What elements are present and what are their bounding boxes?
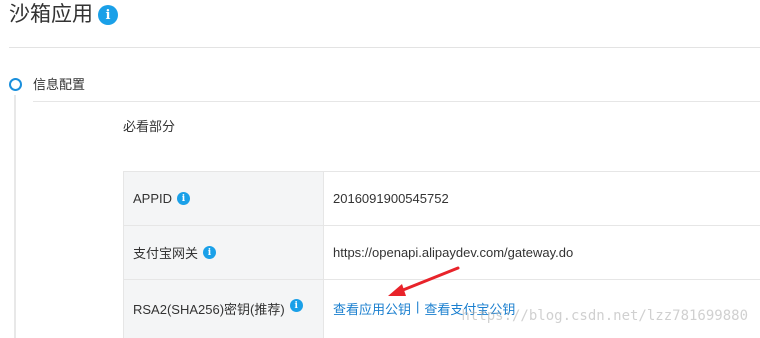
rsa2-key-label: RSA2(SHA256)密钥(推荐) (133, 302, 285, 317)
info-icon[interactable]: i (177, 192, 191, 205)
appid-value: 2016091900545752 (333, 191, 449, 206)
title-divider (9, 47, 760, 48)
info-icon[interactable]: i (203, 246, 217, 259)
table-row-appid: APPID i 2016091900545752 (124, 172, 760, 226)
page-title-text: 沙箱应用 (9, 3, 93, 26)
step-indicator-dot (9, 78, 22, 91)
appid-label: APPID (133, 191, 173, 206)
label-cell: APPID i (124, 172, 324, 225)
step-label: 信息配置 (33, 77, 86, 92)
watermark: https://blog.csdn.net/lzz781699880 (461, 308, 748, 324)
page-title: 沙箱应用 i (9, 0, 118, 30)
info-icon[interactable]: i (289, 299, 303, 312)
gateway-label: 支付宝网关 (133, 246, 199, 261)
step-connector-line (14, 95, 16, 338)
value-cell: 2016091900545752 (324, 172, 760, 225)
label-cell: 支付宝网关 i (124, 226, 324, 279)
label-cell: RSA2(SHA256)密钥(推荐) i (124, 280, 324, 338)
red-arrow-annotation-icon (388, 266, 460, 296)
info-icon[interactable]: i (98, 5, 118, 25)
gateway-value: https://openapi.alipaydev.com/gateway.do (333, 245, 574, 260)
section-divider (33, 101, 760, 102)
section-heading: 必看部分 (123, 119, 176, 134)
